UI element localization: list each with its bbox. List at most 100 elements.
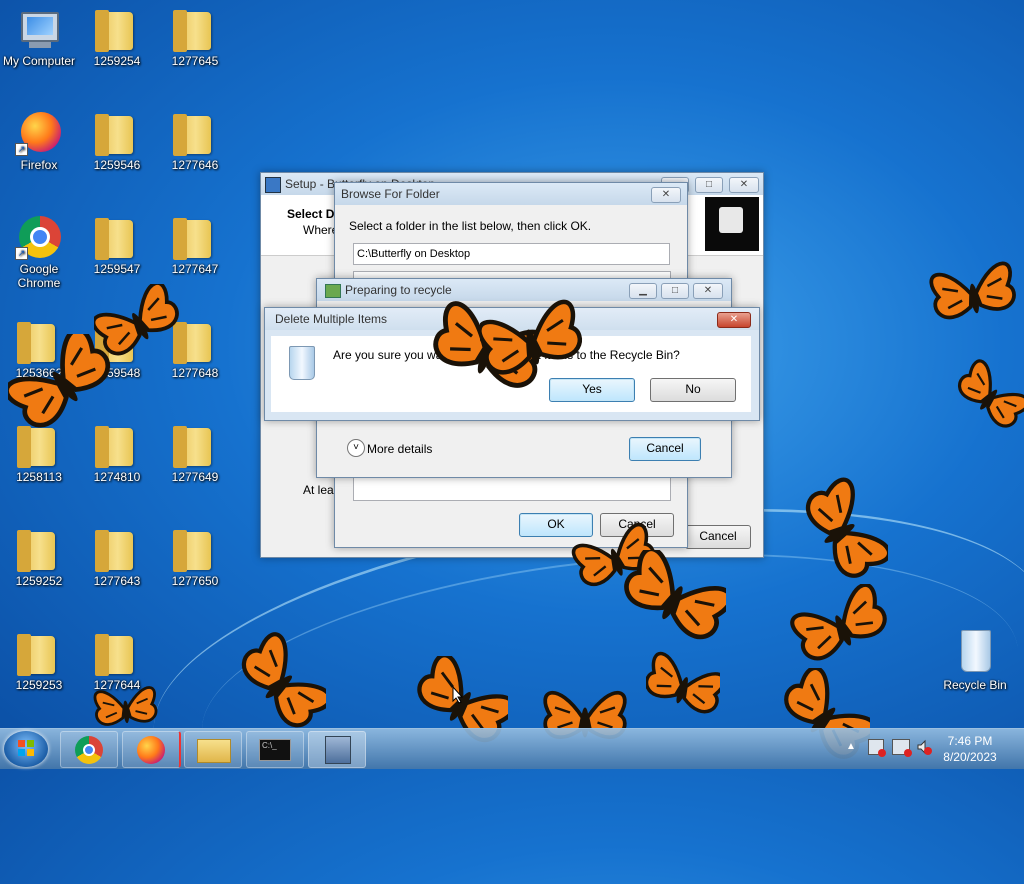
desktop-icon-folder[interactable]: 1277648	[156, 316, 234, 380]
close-button[interactable]: ✕	[693, 283, 723, 299]
preparing-cancel-button[interactable]: Cancel	[629, 437, 701, 461]
setup-cancel-button[interactable]: Cancel	[685, 525, 751, 549]
mouse-cursor-icon	[452, 686, 464, 704]
desktop-icon-firefox[interactable]: ↗ Firefox	[0, 108, 78, 172]
maximize-button[interactable]: □	[661, 283, 689, 299]
recycle-progress-icon	[325, 284, 341, 298]
setup-icon	[325, 736, 351, 764]
desktop-icon-label: 1277643	[93, 574, 141, 588]
folder-icon	[95, 530, 133, 572]
close-button[interactable]: ✕	[717, 312, 751, 328]
folder-icon	[173, 218, 211, 260]
delete-multiple-items-dialog: Delete Multiple Items ✕ Are you sure you…	[264, 307, 760, 421]
close-button[interactable]: ✕	[729, 177, 759, 193]
close-button[interactable]: ✕	[651, 187, 681, 203]
desktop-icon-folder[interactable]: 1277646	[156, 108, 234, 172]
folder-icon	[95, 634, 133, 676]
taskbar: C:\_ ▲ 7:46 PM 8/20/2023	[0, 728, 1024, 769]
browse-cancel-button[interactable]: Cancel	[600, 513, 674, 537]
folder-icon	[17, 634, 55, 676]
computer-icon	[21, 12, 59, 42]
desktop-icon-label: 1277650	[171, 574, 219, 588]
desktop-icon-folder[interactable]: 1259253	[0, 628, 78, 692]
desktop-icon-folder[interactable]: 1259548	[78, 316, 156, 380]
clock-time: 7:46 PM	[947, 734, 993, 748]
desktop-icon-folder[interactable]: 1277650	[156, 524, 234, 588]
desktop-icon-google-chrome[interactable]: ↗ Google Chrome	[0, 212, 78, 290]
desktop-icon-folder[interactable]: 1277643	[78, 524, 156, 588]
desktop-icon-folder[interactable]: 1277645	[156, 4, 234, 68]
browse-ok-button[interactable]: OK	[519, 513, 593, 537]
minimize-button[interactable]: ▁	[629, 283, 657, 299]
desktop-icon-label: 1259546	[93, 158, 141, 172]
folder-icon	[95, 114, 133, 156]
desktop-icon-label: 1277645	[171, 54, 219, 68]
desktop: My Computer 1259254 1277645 ↗ Firefox 12…	[0, 0, 1024, 884]
recycle-bin-icon	[961, 630, 991, 672]
folder-path-input[interactable]: C:\Butterfly on Desktop	[353, 243, 670, 265]
desktop-icon-folder[interactable]: 1277647	[156, 212, 234, 276]
firefox-icon	[137, 736, 165, 764]
desktop-icon-folder[interactable]: 1259546	[78, 108, 156, 172]
recycle-bin-icon	[289, 346, 315, 380]
maximize-button[interactable]: □	[695, 177, 723, 193]
chrome-icon	[75, 736, 103, 764]
desktop-icon-folder[interactable]: 1259254	[78, 4, 156, 68]
folder-icon	[95, 218, 133, 260]
browse-instruction: Select a folder in the list below, then …	[349, 219, 592, 233]
taskbar-firefox-button[interactable]	[122, 731, 181, 768]
desktop-icon-recycle-bin[interactable]: Recycle Bin	[936, 628, 1014, 692]
desktop-icon-label: 1277644	[93, 678, 141, 692]
folder-icon	[173, 114, 211, 156]
desktop-icon-label: 1259253	[15, 678, 63, 692]
setup-logo-icon	[705, 197, 759, 251]
desktop-icon-folder[interactable]: 1277649	[156, 420, 234, 484]
desktop-icon-label: 1258113	[16, 470, 62, 484]
folder-icon	[95, 322, 133, 364]
folder-icon	[173, 322, 211, 364]
windows-logo-icon	[18, 740, 34, 756]
desktop-icon-folder[interactable]: 1277644	[78, 628, 156, 692]
setup-heading: Select D	[287, 207, 335, 221]
butterfly	[956, 356, 1024, 433]
desktop-icon-label: 1277649	[171, 470, 219, 484]
desktop-icon-folder[interactable]: 1259252	[0, 524, 78, 588]
desktop-icon-label: 1277648	[171, 366, 219, 380]
start-button[interactable]	[4, 731, 48, 767]
folder-icon	[173, 426, 211, 468]
clock[interactable]: 7:46 PM 8/20/2023	[930, 733, 1010, 765]
preparing-dialog-titlebar[interactable]: Preparing to recycle ▁ □ ✕	[317, 279, 731, 301]
command-prompt-icon: C:\_	[259, 739, 291, 761]
desktop-icon-label: 1259548	[93, 366, 141, 380]
browse-dialog-titlebar[interactable]: Browse For Folder ✕	[335, 183, 687, 205]
folder-icon	[197, 739, 231, 763]
desktop-icon-folder[interactable]: 1258113	[0, 420, 78, 484]
desktop-icon-label: 1274810	[93, 470, 141, 484]
action-center-icon[interactable]	[868, 739, 886, 757]
taskbar-chrome-button[interactable]	[60, 731, 118, 768]
desktop-icon-label: Recycle Bin	[943, 678, 1007, 692]
desktop-icon-folder[interactable]: 1253662	[0, 316, 78, 380]
desktop-icon-label: 1259254	[93, 54, 141, 68]
folder-icon	[17, 426, 55, 468]
yes-button[interactable]: Yes	[549, 378, 635, 402]
taskbar-cmd-button[interactable]: C:\_	[246, 731, 304, 768]
network-icon[interactable]	[892, 739, 912, 757]
desktop-icon-label: 1277647	[171, 262, 219, 276]
chevron-down-icon[interactable]: ˅	[347, 439, 365, 457]
desktop-icon-my-computer[interactable]: My Computer	[0, 4, 78, 68]
desktop-icon-label: 1259252	[15, 574, 63, 588]
shortcut-arrow-icon: ↗	[15, 143, 28, 156]
volume-muted-icon[interactable]	[916, 739, 932, 755]
taskbar-setup-button[interactable]	[308, 731, 366, 768]
taskbar-explorer-button[interactable]	[184, 731, 242, 768]
more-details-toggle[interactable]: More details	[367, 442, 432, 456]
desktop-icon-folder[interactable]: 1259547	[78, 212, 156, 276]
no-button[interactable]: No	[650, 378, 736, 402]
delete-dialog-titlebar[interactable]: Delete Multiple Items ✕	[265, 308, 759, 330]
delete-confirm-message: Are you sure you want to move these 2 it…	[333, 348, 680, 362]
preparing-dialog-title: Preparing to recycle	[345, 283, 452, 297]
desktop-icon-folder[interactable]: 1274810	[78, 420, 156, 484]
show-hidden-icons-icon[interactable]: ▲	[846, 741, 856, 752]
desktop-icon-label: Firefox	[20, 158, 58, 172]
